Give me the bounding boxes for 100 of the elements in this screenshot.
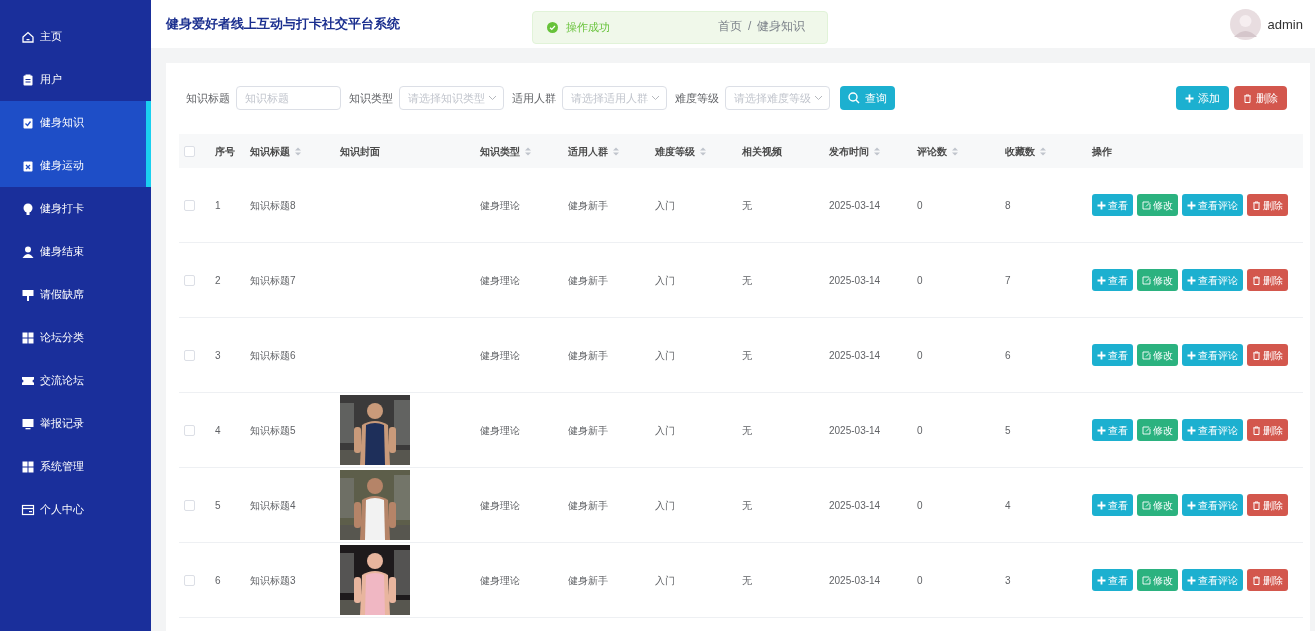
plus-icon	[1097, 575, 1106, 585]
delete-button[interactable]: 删除	[1247, 419, 1288, 441]
sidebar-item[interactable]: 健身运动	[0, 144, 151, 187]
filter-label: 适用人群	[512, 90, 556, 106]
edit-button[interactable]: 修改	[1137, 494, 1178, 516]
view-button[interactable]: 查看评论	[1182, 194, 1243, 216]
edit-button[interactable]: 修改	[1137, 194, 1178, 216]
checkbox[interactable]	[184, 199, 195, 211]
view-button[interactable]: 查看	[1092, 419, 1133, 441]
view-button[interactable]: 查看	[1092, 494, 1133, 516]
delete-button[interactable]: 删除	[1247, 194, 1288, 216]
column-header[interactable]: 发布时间	[829, 143, 869, 159]
table-cell: 入门	[655, 424, 675, 436]
view-button[interactable]: 查看评论	[1182, 269, 1243, 291]
table-cell: 知识标题7	[250, 274, 296, 286]
edit-icon	[1142, 500, 1151, 510]
plus-icon	[1187, 425, 1196, 435]
table-cell: 健身新手	[568, 424, 608, 436]
plus-icon	[1187, 275, 1196, 285]
plus-icon	[1187, 500, 1196, 510]
table-cell: 健身理论	[480, 499, 520, 511]
delete-button[interactable]: 删除	[1247, 269, 1288, 291]
column-header[interactable]: 评论数	[917, 143, 947, 159]
username[interactable]: admin	[1267, 14, 1303, 35]
add-button[interactable]: 添加	[1176, 86, 1229, 110]
view-button[interactable]: 查看	[1092, 569, 1133, 591]
filter-label: 知识类型	[349, 90, 393, 106]
column-header: 相关视频	[742, 144, 782, 159]
edit-icon	[1142, 275, 1151, 285]
plus-icon	[1187, 575, 1196, 585]
clipboard-icon	[21, 72, 35, 87]
delete-button[interactable]: 删除	[1247, 344, 1288, 366]
table-cell: 2025-03-14	[829, 349, 881, 361]
trash-icon	[1252, 500, 1261, 510]
search-button[interactable]: 查询	[840, 86, 895, 110]
delete-button[interactable]: 删除	[1247, 494, 1288, 516]
edit-button[interactable]: 修改	[1137, 569, 1178, 591]
grid-icon	[21, 459, 35, 474]
checkbox[interactable]	[184, 499, 195, 511]
avatar[interactable]	[1229, 9, 1261, 40]
column-header[interactable]: 难度等级	[655, 143, 695, 159]
table-cell: 知识标题6	[250, 349, 296, 361]
table-cell: 2	[215, 274, 221, 286]
toast-message: 操作成功	[566, 20, 610, 36]
breadcrumb-link[interactable]: 健身知识	[757, 17, 806, 35]
checkbox[interactable]	[184, 274, 195, 286]
column-header[interactable]: 知识类型	[480, 143, 520, 159]
table-cell: 0	[917, 349, 923, 361]
edit-button[interactable]: 修改	[1137, 419, 1178, 441]
table-cell: 入门	[655, 199, 675, 211]
plus-icon	[1187, 200, 1196, 210]
view-button[interactable]: 查看	[1092, 194, 1133, 216]
column-header[interactable]: 收藏数	[1005, 143, 1035, 159]
column-header[interactable]: 适用人群	[568, 143, 608, 159]
table-cell: 健身新手	[568, 349, 608, 361]
edit-button[interactable]: 修改	[1137, 269, 1178, 291]
chevron-down-icon	[488, 95, 497, 101]
edit-button[interactable]: 修改	[1137, 344, 1178, 366]
checkbox[interactable]	[184, 349, 195, 361]
table-cell: 健身新手	[568, 574, 608, 586]
delete-button[interactable]: 删除	[1247, 569, 1288, 591]
grid-icon	[21, 330, 35, 345]
view-button[interactable]: 查看评论	[1182, 344, 1243, 366]
view-button[interactable]: 查看评论	[1182, 494, 1243, 516]
view-button[interactable]: 查看	[1092, 269, 1133, 291]
table-cell: 无	[742, 274, 752, 286]
breadcrumb-link[interactable]: 首页	[718, 17, 742, 35]
card-icon	[21, 502, 35, 517]
checkbox[interactable]	[184, 574, 195, 586]
edit-icon	[1142, 575, 1151, 585]
table-cell: 3	[1005, 574, 1011, 586]
edit-icon	[1142, 350, 1151, 360]
table-cell: 6	[215, 574, 221, 586]
table-cell: 入门	[655, 274, 675, 286]
column-header: 操作	[1092, 144, 1112, 159]
checkbox[interactable]	[184, 145, 195, 157]
table-cell: 无	[742, 349, 752, 361]
table-cell: 0	[917, 274, 923, 286]
trash-icon	[1252, 275, 1261, 285]
table-cell: 5	[1005, 424, 1011, 436]
trash-icon	[1252, 200, 1261, 210]
table-cell: 5	[215, 499, 221, 511]
table-cell: 入门	[655, 349, 675, 361]
table-cell: 知识标题4	[250, 499, 296, 511]
table-cell: 2025-03-14	[829, 499, 881, 511]
success-icon	[547, 22, 558, 33]
table-cell: 健身理论	[480, 274, 520, 286]
view-button[interactable]: 查看评论	[1182, 419, 1243, 441]
checkbox[interactable]	[184, 424, 195, 436]
sidebar-item[interactable]: 健身知识	[0, 101, 151, 144]
column-header[interactable]: 知识标题	[250, 143, 290, 159]
table-cell: 7	[1005, 274, 1011, 286]
delete-button[interactable]: 删除	[1234, 86, 1287, 110]
table-cell: 8	[1005, 199, 1011, 211]
breadcrumb-separator: /	[748, 18, 752, 35]
edit-icon	[1142, 425, 1151, 435]
chevron-down-icon	[651, 95, 660, 101]
filter-label: 知识标题	[186, 90, 230, 106]
view-button[interactable]: 查看评论	[1182, 569, 1243, 591]
view-button[interactable]: 查看	[1092, 344, 1133, 366]
